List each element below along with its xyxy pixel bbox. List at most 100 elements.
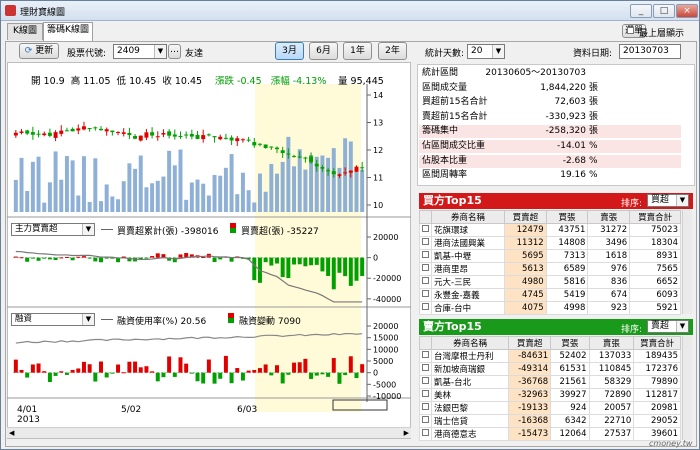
chevron-down-icon[interactable]: ▼ [676, 195, 688, 206]
chevron-down-icon[interactable]: ▼ [82, 224, 94, 235]
scroll-left-icon[interactable]: ◀ [9, 429, 14, 437]
range-3m-button[interactable]: 3月 [275, 42, 304, 60]
table-row[interactable]: 元大-三民 4980 5816 836 6652 [419, 275, 681, 289]
table-row[interactable]: 港商法國興業 11312 14808 3496 18304 [419, 236, 681, 250]
chevron-down-icon[interactable]: ▼ [154, 45, 166, 58]
maximize-button[interactable]: □ [653, 4, 675, 18]
refresh-button[interactable]: ⟳ 更新 [19, 43, 59, 59]
header-cell[interactable]: 買張 [550, 336, 590, 350]
checkbox-icon[interactable] [422, 429, 429, 436]
header-cell[interactable]: 買張 [545, 210, 589, 224]
header-cell[interactable]: 買賣合計 [633, 336, 681, 350]
checkbox-icon[interactable] [422, 303, 429, 310]
table-row[interactable]: 港商里昂 5613 6589 976 7565 [419, 262, 681, 276]
chevron-down-icon[interactable]: ▼ [676, 321, 688, 332]
checkbox-icon[interactable] [422, 290, 429, 297]
table-row[interactable]: 港商德意志 -15473 12064 27537 39601 [419, 427, 681, 441]
row-checkbox[interactable] [419, 236, 432, 250]
margin-change-bar [161, 372, 166, 378]
checkbox-icon[interactable] [422, 277, 429, 284]
row-checkbox[interactable] [419, 427, 432, 441]
table-row[interactable]: 美林 -32963 39927 72890 112817 [419, 388, 681, 402]
row-checkbox[interactable] [419, 349, 432, 363]
margin-change-bar [81, 361, 86, 373]
row-checkbox[interactable] [419, 249, 432, 263]
checkbox-icon[interactable] [422, 225, 429, 232]
row-checkbox[interactable] [419, 362, 432, 376]
header-cell[interactable]: 券商名稱 [430, 336, 510, 350]
margin-change-bar [337, 372, 342, 384]
margin-change-bar [172, 372, 177, 377]
sell-sort-select[interactable]: 賣超 ▼ [647, 320, 689, 333]
data-date-field[interactable]: 20130703 [619, 44, 681, 59]
inst-net-bar [263, 257, 268, 263]
candle-body [309, 156, 314, 163]
row-checkbox[interactable] [419, 288, 432, 302]
indicator-select-2[interactable]: 融資 ▼ [11, 313, 95, 326]
header-cell[interactable]: 賣張 [587, 210, 631, 224]
checkbox-icon[interactable] [422, 403, 429, 410]
close-button[interactable]: × [676, 4, 698, 18]
margin-change-bar [240, 372, 245, 381]
checkbox-icon[interactable] [422, 416, 429, 423]
table-cell: -15473 [508, 427, 552, 441]
row-checkbox[interactable] [419, 401, 432, 415]
table-row[interactable]: 永豐金-嘉義 4745 5419 674 6093 [419, 288, 681, 302]
table-cell: 112817 [633, 388, 681, 402]
checkbox-icon[interactable] [422, 390, 429, 397]
checkbox-icon[interactable] [422, 364, 429, 371]
checkbox-icon[interactable] [422, 264, 429, 271]
header-cell[interactable]: 買賣合計 [629, 210, 681, 224]
price-tick-label: 13 [373, 119, 383, 128]
buy-table-scrollbar[interactable] [682, 210, 692, 314]
table-row[interactable]: 合庫-台中 4075 4998 923 5921 [419, 301, 681, 315]
checkbox-icon[interactable] [422, 251, 429, 258]
tab-k-line[interactable]: K線圖 [7, 23, 43, 40]
stat-row: 佔區間成交比重 -14.01% [419, 140, 681, 153]
scroll-right-icon[interactable]: ▶ [404, 429, 409, 437]
row-checkbox[interactable] [419, 275, 432, 289]
checkbox-icon[interactable] [422, 238, 429, 245]
header-cell[interactable]: 買賣超 [508, 336, 552, 350]
row-checkbox[interactable] [419, 262, 432, 276]
indicator-select-1[interactable]: 主力買賣超 ▼ [11, 223, 95, 236]
table-row[interactable]: 台灣摩根士丹利 -84631 52402 137033 189435 [419, 349, 681, 363]
minimize-button[interactable]: _ [630, 4, 652, 18]
margin-change-bar [13, 359, 18, 373]
checkbox-icon[interactable] [422, 377, 429, 384]
table-row[interactable]: 凱基-中壢 5695 7313 1618 8931 [419, 249, 681, 263]
buy-sort-select[interactable]: 買超 ▼ [647, 194, 689, 207]
row-checkbox[interactable] [419, 301, 432, 315]
margin-change-bar [280, 372, 285, 384]
header-cell[interactable]: 買賣超 [503, 210, 547, 224]
stat-value: -330,923 [545, 111, 586, 122]
chevron-down-icon[interactable]: ▼ [82, 314, 94, 325]
table-row[interactable]: 瑞士信貸 -16368 6342 22710 29052 [419, 414, 681, 428]
buy-top-title: 買方Top15 [423, 194, 482, 207]
table-row[interactable]: 凱基-台北 -36768 21561 58329 79890 [419, 375, 681, 389]
table-row[interactable]: 新加坡商瑞銀 -49314 61531 110845 172376 [419, 362, 681, 376]
row-checkbox[interactable] [419, 223, 432, 237]
chevron-down-icon[interactable]: ▼ [492, 45, 504, 58]
topmost-checkbox[interactable] [627, 27, 634, 34]
table-cell: -36768 [508, 375, 552, 389]
row-checkbox[interactable] [419, 375, 432, 389]
tab-chips-k-line[interactable]: 籌碼K線圖 [43, 22, 93, 41]
sell-table-scrollbar[interactable] [682, 336, 692, 440]
stat-days-select[interactable]: 20 ▼ [467, 44, 505, 59]
header-cell[interactable]: 券商名稱 [431, 210, 505, 224]
table-row[interactable]: 法銀巴黎 -19133 924 20057 20981 [419, 401, 681, 415]
price-chart[interactable]: 14 13 12 11 10 20000 0 -20000 -40000 20000 15000 10… [7, 62, 411, 439]
checkbox-icon[interactable] [422, 351, 429, 358]
range-2y-button[interactable]: 2年 [378, 42, 407, 60]
row-checkbox[interactable] [419, 414, 432, 428]
candle-body [195, 134, 200, 139]
row-checkbox[interactable] [419, 388, 432, 402]
stock-code-input[interactable]: 2409 ▼ [113, 44, 167, 59]
header-cell[interactable]: 賣張 [588, 336, 635, 350]
range-1y-button[interactable]: 1年 [343, 42, 372, 60]
table-row[interactable]: 花旗環球 12479 43751 31272 75023 [419, 223, 681, 237]
chart-scrollbar[interactable]: ◀ ▶ [7, 427, 411, 438]
range-6m-button[interactable]: 6月 [309, 42, 338, 60]
stock-search-button[interactable]: … [168, 44, 181, 59]
